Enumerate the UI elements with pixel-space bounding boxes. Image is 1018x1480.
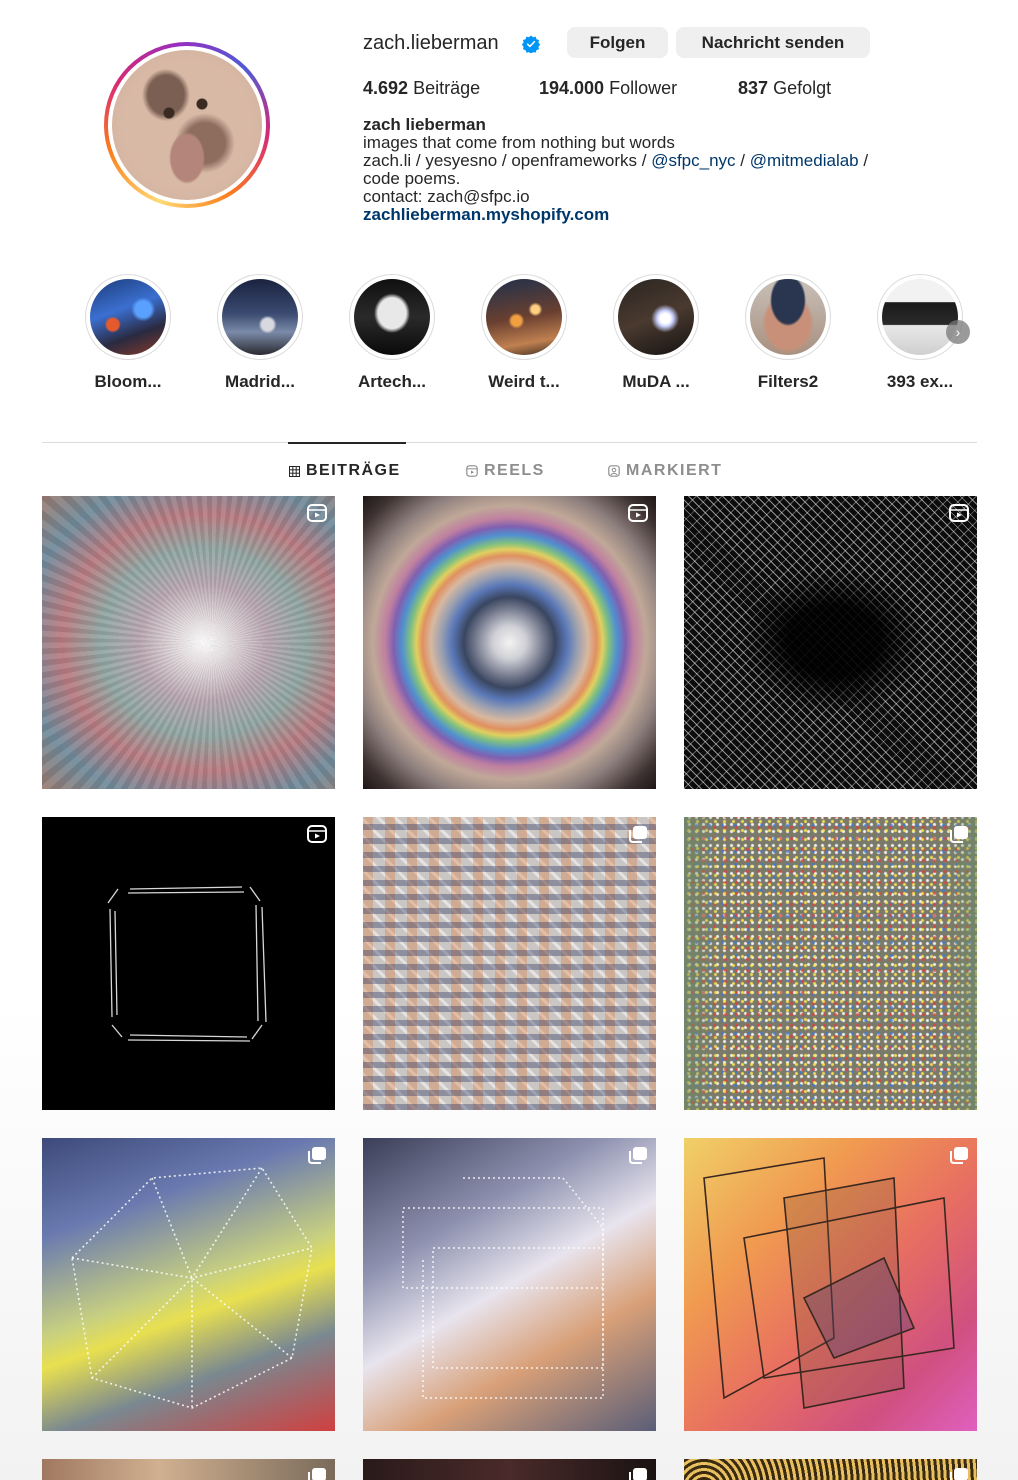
post-tile[interactable]	[684, 817, 977, 1110]
carousel-icon	[629, 1147, 647, 1164]
tab-tagged[interactable]: MARKIERT	[608, 460, 722, 482]
highlight-ring	[349, 274, 435, 360]
bio-line-3: code poems.	[363, 169, 461, 188]
highlight-cover	[486, 279, 562, 355]
reel-icon	[628, 504, 648, 522]
highlight-label: Filters2	[757, 372, 819, 391]
highlight-cover	[222, 279, 298, 355]
bio-line-2-prefix: zach.li / yesyesno / openframeworks /	[363, 151, 652, 170]
highlight-ring	[481, 274, 567, 360]
posts-count-stat: 4.692 Beiträge	[363, 76, 480, 100]
grid-icon	[289, 465, 300, 477]
reel-icon	[307, 504, 327, 522]
reel-icon	[466, 465, 478, 477]
highlight-ring	[745, 274, 831, 360]
post-drawing	[703, 1157, 955, 1409]
highlight-weird[interactable]: Weird t...	[479, 274, 569, 392]
carousel-icon	[629, 1468, 647, 1480]
highlight-cover	[750, 279, 826, 355]
post-texture	[684, 817, 977, 1110]
highlight-label: MuDA ...	[622, 372, 690, 391]
avatar-frame	[108, 46, 266, 204]
tab-reels-label: REELS	[484, 462, 545, 479]
highlight-filters2[interactable]: Filters2	[743, 274, 833, 392]
send-message-button[interactable]: Nachricht senden	[676, 27, 870, 58]
bio-line-2-suffix: /	[858, 151, 869, 170]
highlight-label: 393 ex...	[886, 372, 954, 391]
highlight-cover	[618, 279, 694, 355]
avatar-image	[112, 50, 262, 200]
username: zach.lieberman	[363, 32, 499, 54]
post-tile[interactable]	[363, 1138, 656, 1431]
highlight-cover	[882, 279, 958, 355]
tab-tagged-label: MARKIERT	[626, 462, 723, 479]
tabs-divider	[42, 442, 977, 443]
tab-posts-label: BEITRÄGE	[306, 462, 401, 479]
active-tab-indicator	[288, 442, 406, 444]
highlight-label: Artech...	[357, 372, 427, 391]
tab-posts[interactable]: BEITRÄGE	[289, 460, 401, 482]
reel-icon	[949, 504, 969, 522]
post-tile[interactable]	[363, 496, 656, 789]
profile-bio: zach lieberman images that come from not…	[363, 116, 983, 224]
following-label: Gefolgt	[773, 78, 832, 98]
profile-avatar[interactable]	[104, 42, 270, 208]
verified-badge-icon	[522, 35, 540, 53]
chevron-right-icon[interactable]: ›	[946, 320, 970, 344]
highlight-ring	[877, 274, 963, 360]
post-tile[interactable]	[42, 1459, 335, 1480]
carousel-icon	[308, 1147, 326, 1164]
followers-stat[interactable]: 194.000 Follower	[539, 76, 677, 100]
posts-label: Beiträge	[413, 78, 481, 98]
tab-reels[interactable]: REELS	[466, 460, 545, 482]
post-tile[interactable]	[363, 1459, 656, 1480]
highlight-cover	[90, 279, 166, 355]
post-drawing	[107, 886, 267, 1042]
post-drawing	[71, 1167, 313, 1409]
followers-label: Follower	[609, 78, 678, 98]
highlight-ring	[85, 274, 171, 360]
post-tile[interactable]	[42, 496, 335, 789]
post-tile[interactable]	[684, 1459, 977, 1480]
carousel-icon	[950, 826, 968, 843]
post-drawing	[402, 1177, 604, 1399]
tagged-user-icon	[608, 465, 620, 477]
post-tile[interactable]	[684, 496, 977, 789]
post-tile[interactable]	[42, 1138, 335, 1431]
mention-sfpc-nyc[interactable]: @sfpc_nyc	[651, 151, 735, 170]
carousel-icon	[629, 826, 647, 843]
post-texture	[42, 496, 335, 789]
post-texture	[724, 556, 944, 726]
bio-name: zach lieberman	[363, 115, 486, 134]
highlight-artech[interactable]: Artech...	[347, 274, 437, 392]
bio-line-2-separator: /	[735, 151, 750, 170]
bio-line-1: images that come from nothing but words	[363, 133, 675, 152]
highlight-ring	[613, 274, 699, 360]
highlight-muda[interactable]: MuDA ...	[611, 274, 701, 392]
post-tile[interactable]	[42, 817, 335, 1110]
highlight-label: Madrid...	[225, 372, 295, 391]
reel-icon	[307, 825, 327, 843]
highlight-madrid[interactable]: Madrid...	[215, 274, 305, 392]
following-stat[interactable]: 837 Gefolgt	[738, 76, 831, 100]
highlight-label: Weird t...	[488, 372, 560, 391]
following-count: 837	[738, 78, 769, 98]
highlight-label: Bloom...	[94, 372, 162, 391]
highlight-cover	[354, 279, 430, 355]
carousel-icon	[950, 1468, 968, 1480]
posts-count: 4.692	[363, 78, 409, 98]
follow-button[interactable]: Folgen	[567, 27, 668, 58]
bio-website-link[interactable]: zachlieberman.myshopify.com	[363, 205, 609, 224]
post-tile[interactable]	[684, 1138, 977, 1431]
bio-line-4: contact: zach@sfpc.io	[363, 187, 530, 206]
carousel-icon	[950, 1147, 968, 1164]
bio-line-2: zach.li / yesyesno / openframeworks / @s…	[363, 152, 983, 170]
carousel-icon	[308, 1468, 326, 1480]
post-tile[interactable]	[363, 817, 656, 1110]
highlight-bloom[interactable]: Bloom...	[83, 274, 173, 392]
followers-count: 194.000	[539, 78, 605, 98]
highlight-ring	[217, 274, 303, 360]
mention-mitmedialab[interactable]: @mitmedialab	[750, 151, 859, 170]
